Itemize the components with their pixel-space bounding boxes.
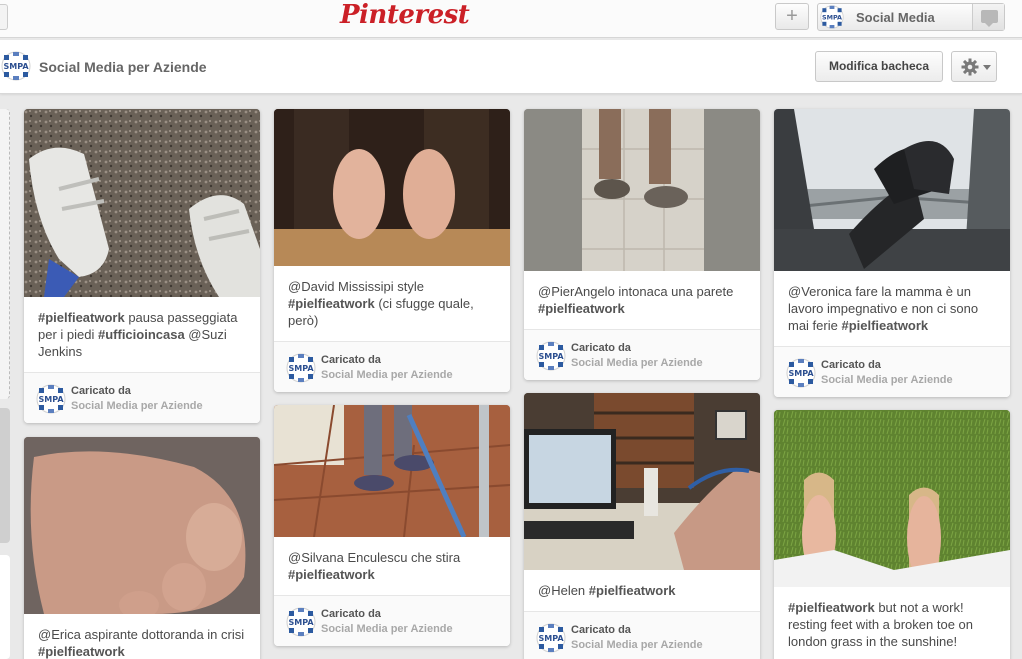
- pin-description: #pielfieatwork pausa passeggiata per i p…: [24, 297, 260, 373]
- description-text: @Erica aspirante dottoranda in crisi: [38, 627, 245, 642]
- gear-icon: [961, 58, 979, 76]
- pin-description: @David Mississipi style #pielfieatwork (…: [274, 266, 510, 342]
- pin-description: @PierAngelo intonaca una parete #pielfie…: [524, 271, 760, 330]
- board-title[interactable]: Social Media per Aziende: [39, 59, 207, 75]
- pin-image[interactable]: [24, 437, 260, 614]
- description-text: @Silvana Enculescu che stira: [288, 550, 461, 565]
- pin-card[interactable]: #pielfieatwork pausa passeggiata per i p…: [24, 109, 260, 423]
- plus-icon: +: [786, 5, 798, 27]
- description-text: @Helen: [538, 583, 589, 598]
- board-settings-button[interactable]: [951, 51, 997, 82]
- pin-credit: Caricato da Social Media per Aziende: [524, 612, 760, 659]
- edit-board-button[interactable]: Modifica bacheca: [815, 51, 943, 82]
- description-text: @PierAngelo intonaca una parete: [538, 284, 734, 299]
- pin-image[interactable]: [274, 109, 510, 266]
- uploader-name[interactable]: Social Media per Aziende: [821, 374, 953, 386]
- hashtag-link[interactable]: #pielfieatwork: [538, 301, 625, 316]
- hashtag-link[interactable]: #pielfieatwork: [288, 296, 375, 311]
- uploader-avatar[interactable]: [36, 384, 66, 414]
- partial-pin[interactable]: [0, 109, 10, 399]
- credit-label: Caricato da: [571, 342, 631, 354]
- credit-label: Caricato da: [321, 608, 381, 620]
- pin-credit: Caricato da Social Media per Aziende: [274, 596, 510, 646]
- hashtag-link[interactable]: #pielfieatwork: [38, 310, 125, 325]
- pin-credit: Caricato da Social Media per Aziende: [774, 347, 1010, 397]
- pin-image[interactable]: [274, 405, 510, 537]
- pin-credit: Caricato da Social Media per Aziende: [24, 373, 260, 423]
- user-menu-button[interactable]: Social Media: [817, 3, 1005, 31]
- pinterest-logo[interactable]: Pinterest: [340, 0, 470, 30]
- uploader-name[interactable]: Social Media per Aziende: [321, 369, 453, 381]
- hashtag-link[interactable]: #ufficioincasa: [98, 327, 185, 342]
- pin-description: @Helen #pielfieatwork: [524, 570, 760, 612]
- pin-description: @Veronica fare la mamma è un lavoro impe…: [774, 271, 1010, 347]
- uploader-name[interactable]: Social Media per Aziende: [571, 639, 703, 651]
- pin-image[interactable]: [774, 410, 1010, 587]
- uploader-avatar[interactable]: [536, 623, 566, 653]
- user-name: Social Media: [856, 10, 935, 25]
- uploader-name[interactable]: Social Media per Aziende: [571, 357, 703, 369]
- pin-card[interactable]: @Veronica fare la mamma è un lavoro impe…: [774, 109, 1010, 397]
- pin-card[interactable]: @PierAngelo intonaca una parete #pielfie…: [524, 109, 760, 380]
- hashtag-link[interactable]: #pielfieatwork: [788, 600, 875, 615]
- hashtag-link[interactable]: #pielfieatwork: [841, 318, 928, 333]
- uploader-avatar[interactable]: [286, 607, 316, 637]
- credit-label: Caricato da: [821, 359, 881, 371]
- add-pin-button[interactable]: +: [775, 3, 809, 30]
- partial-pin[interactable]: [0, 408, 10, 543]
- pin-image[interactable]: [524, 393, 760, 570]
- pin-card[interactable]: @Silvana Enculescu che stira #pielfieatw…: [274, 405, 510, 646]
- hashtag-link[interactable]: #pielfieatwork: [589, 583, 676, 598]
- credit-label: Caricato da: [571, 624, 631, 636]
- user-avatar: [819, 5, 845, 29]
- hashtag-link[interactable]: #pielfieatwork: [38, 644, 125, 659]
- chevron-down-icon: [983, 65, 991, 70]
- uploader-avatar[interactable]: [286, 353, 316, 383]
- menu-button[interactable]: [0, 4, 8, 30]
- pin-credit: Caricato da Social Media per Aziende: [274, 342, 510, 392]
- uploader-avatar[interactable]: [536, 341, 566, 371]
- pin-description: #pielfieatwork but not a work! resting f…: [774, 587, 1010, 659]
- partial-pin[interactable]: [0, 555, 10, 659]
- board-header: Social Media per Aziende Modifica bachec…: [0, 40, 1022, 94]
- description-text: @David Mississipi style: [288, 279, 424, 294]
- top-navigation-bar: Pinterest + Social Media: [0, 0, 1022, 38]
- pin-card[interactable]: @David Mississipi style #pielfieatwork (…: [274, 109, 510, 392]
- pin-image[interactable]: [774, 109, 1010, 271]
- board-avatar[interactable]: [1, 51, 31, 81]
- pin-description: @Silvana Enculescu che stira #pielfieatw…: [274, 537, 510, 596]
- uploader-name[interactable]: Social Media per Aziende: [71, 400, 203, 412]
- pin-card[interactable]: @Helen #pielfieatwork Caricato da Social…: [524, 393, 760, 659]
- pin-image[interactable]: [24, 109, 260, 297]
- pin-image[interactable]: [524, 109, 760, 271]
- uploader-avatar[interactable]: [786, 358, 816, 388]
- hashtag-link[interactable]: #pielfieatwork: [288, 567, 375, 582]
- pin-card[interactable]: #pielfieatwork but not a work! resting f…: [774, 410, 1010, 659]
- credit-label: Caricato da: [71, 385, 131, 397]
- pin-card[interactable]: @Erica aspirante dottoranda in crisi #pi…: [24, 437, 260, 659]
- uploader-name[interactable]: Social Media per Aziende: [321, 623, 453, 635]
- pin-credit: Caricato da Social Media per Aziende: [524, 330, 760, 380]
- pin-description: @Erica aspirante dottoranda in crisi #pi…: [24, 614, 260, 659]
- credit-label: Caricato da: [321, 354, 381, 366]
- notification-icon: [981, 10, 998, 27]
- notifications-button[interactable]: [972, 4, 1004, 30]
